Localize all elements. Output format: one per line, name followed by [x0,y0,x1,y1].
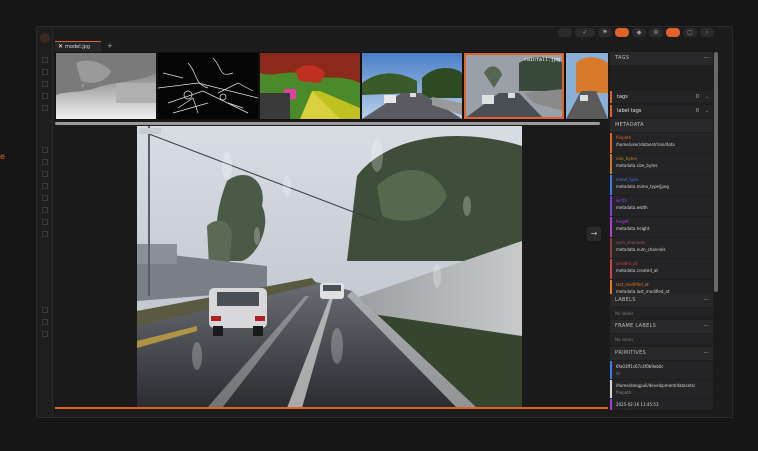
chevron-down-icon[interactable]: ⌄ [705,91,709,103]
thumbnail-autumn-road[interactable] [566,53,608,119]
grid-icon[interactable] [558,28,572,37]
top-toolbar: ✓ ⚑ ◆ ⚙ ▢ › [53,27,732,41]
collapse-icon[interactable]: — [704,347,709,360]
left-rail [37,27,53,417]
car-distant [320,283,344,299]
frame-labels-section-header[interactable]: FRAME LABELS — [610,320,713,333]
rail-square-icon[interactable] [42,195,48,201]
tags-section-header[interactable]: TAGS — [610,52,713,65]
labels-empty-state: No labels [610,308,713,319]
rail-square-icon[interactable] [42,159,48,165]
add-tab-button[interactable]: + [107,41,113,52]
rail-square-icon[interactable] [42,307,48,313]
orange-action-icon[interactable] [615,28,629,37]
primitive-row: /home/dongpuli/development/datasets/file… [610,380,713,398]
rail-square-icon[interactable] [42,69,48,75]
tab-bar: ✕ model.jpg + [55,41,625,52]
rail-square-icon[interactable] [42,231,48,237]
rail-square-icon[interactable] [42,57,48,63]
collapse-icon[interactable]: — [704,320,709,333]
tab-active[interactable]: ✕ model.jpg [55,41,101,52]
thumbnail-scrollbar[interactable] [55,122,600,125]
tag-row-tags[interactable]: tags 0 ⌄ [610,91,713,103]
thumbnail-rain-selected[interactable]: rainfall.jpg [464,53,564,119]
collapse-icon[interactable]: — [704,294,709,307]
metadata-section-header[interactable]: METADATA [610,119,713,132]
more-icon[interactable]: › [700,28,714,37]
rail-square-icon[interactable] [42,207,48,213]
filter-icon[interactable]: ⚑ [598,28,612,37]
tag-row-label-tags[interactable]: label tags 0 ⌄ [610,105,713,117]
sidebar-panel: TAGS — tags 0 ⌄ label tags 0 ⌄ METADATA filep… [610,52,713,410]
close-icon[interactable]: ✕ [58,43,63,50]
sidebar-scrollbar[interactable] [714,52,718,292]
collapse-icon[interactable]: — [704,52,709,65]
tag-icon[interactable]: ◆ [632,28,646,37]
image-viewer: → [55,126,608,408]
main-image [137,126,522,408]
metadata-row: filepath/home/user/dataset/rain/data [610,133,713,153]
metadata-row: num_channels metadata.num_channels [610,238,713,258]
wide-accent-icon[interactable] [666,28,680,37]
frame-labels-empty-state: No labels [610,334,713,345]
rail-square-icon[interactable] [42,81,48,87]
chevron-down-icon[interactable]: ▾ [81,82,85,90]
tab-label: model.jpg [65,44,90,50]
window-icon[interactable]: ▢ [683,28,697,37]
app-window: ✓ ⚑ ◆ ⚙ ▢ › ✕ model.jpg + rainfall.jpg ▾… [36,26,733,418]
gear-icon[interactable]: ⚙ [649,28,663,37]
rail-square-icon[interactable] [42,319,48,325]
rail-square-icon[interactable] [42,219,48,225]
app-logo-icon [40,33,50,43]
thumbnail-edges[interactable] [158,53,258,119]
check-icon[interactable]: ✓ [575,28,595,37]
labels-section-header[interactable]: LABELS — [610,294,713,307]
metadata-row: mime_type metadata.mime_type/jpeg [610,175,713,195]
rail-square-icon[interactable] [42,171,48,177]
metadata-row: created_at metadata.created_at [610,259,713,279]
thumbnail-segmentation[interactable] [260,53,360,119]
primitive-row: 2025-02-16 11:45:53created_at [610,399,713,410]
next-arrow-button[interactable]: → [587,227,601,241]
primitives-section-header[interactable]: PRIMITIVES — [610,347,713,360]
thumbnail-strip: rainfall.jpg ▾ [55,52,608,120]
primitive-row: 6fa03ff1c67c4f0b9eb0c id [610,361,713,379]
chevron-down-icon[interactable]: ⌄ [705,105,709,117]
thumbnail-depth[interactable] [56,53,156,119]
rail-square-icon[interactable] [42,93,48,99]
thumbnail-sunny-road[interactable] [362,53,462,119]
screen-edge-marker: e [0,152,5,161]
rail-square-icon[interactable] [42,183,48,189]
metadata-row: width metadata.width [610,196,713,216]
metadata-row: size_bytes metadata.size_bytes [610,154,713,174]
metadata-row: height metadata.height [610,217,713,237]
selected-thumbnail-caption: rainfall.jpg [523,57,560,63]
rail-square-icon[interactable] [42,105,48,111]
progress-bar [55,407,608,409]
rail-square-icon[interactable] [42,331,48,337]
rail-square-icon[interactable] [42,147,48,153]
